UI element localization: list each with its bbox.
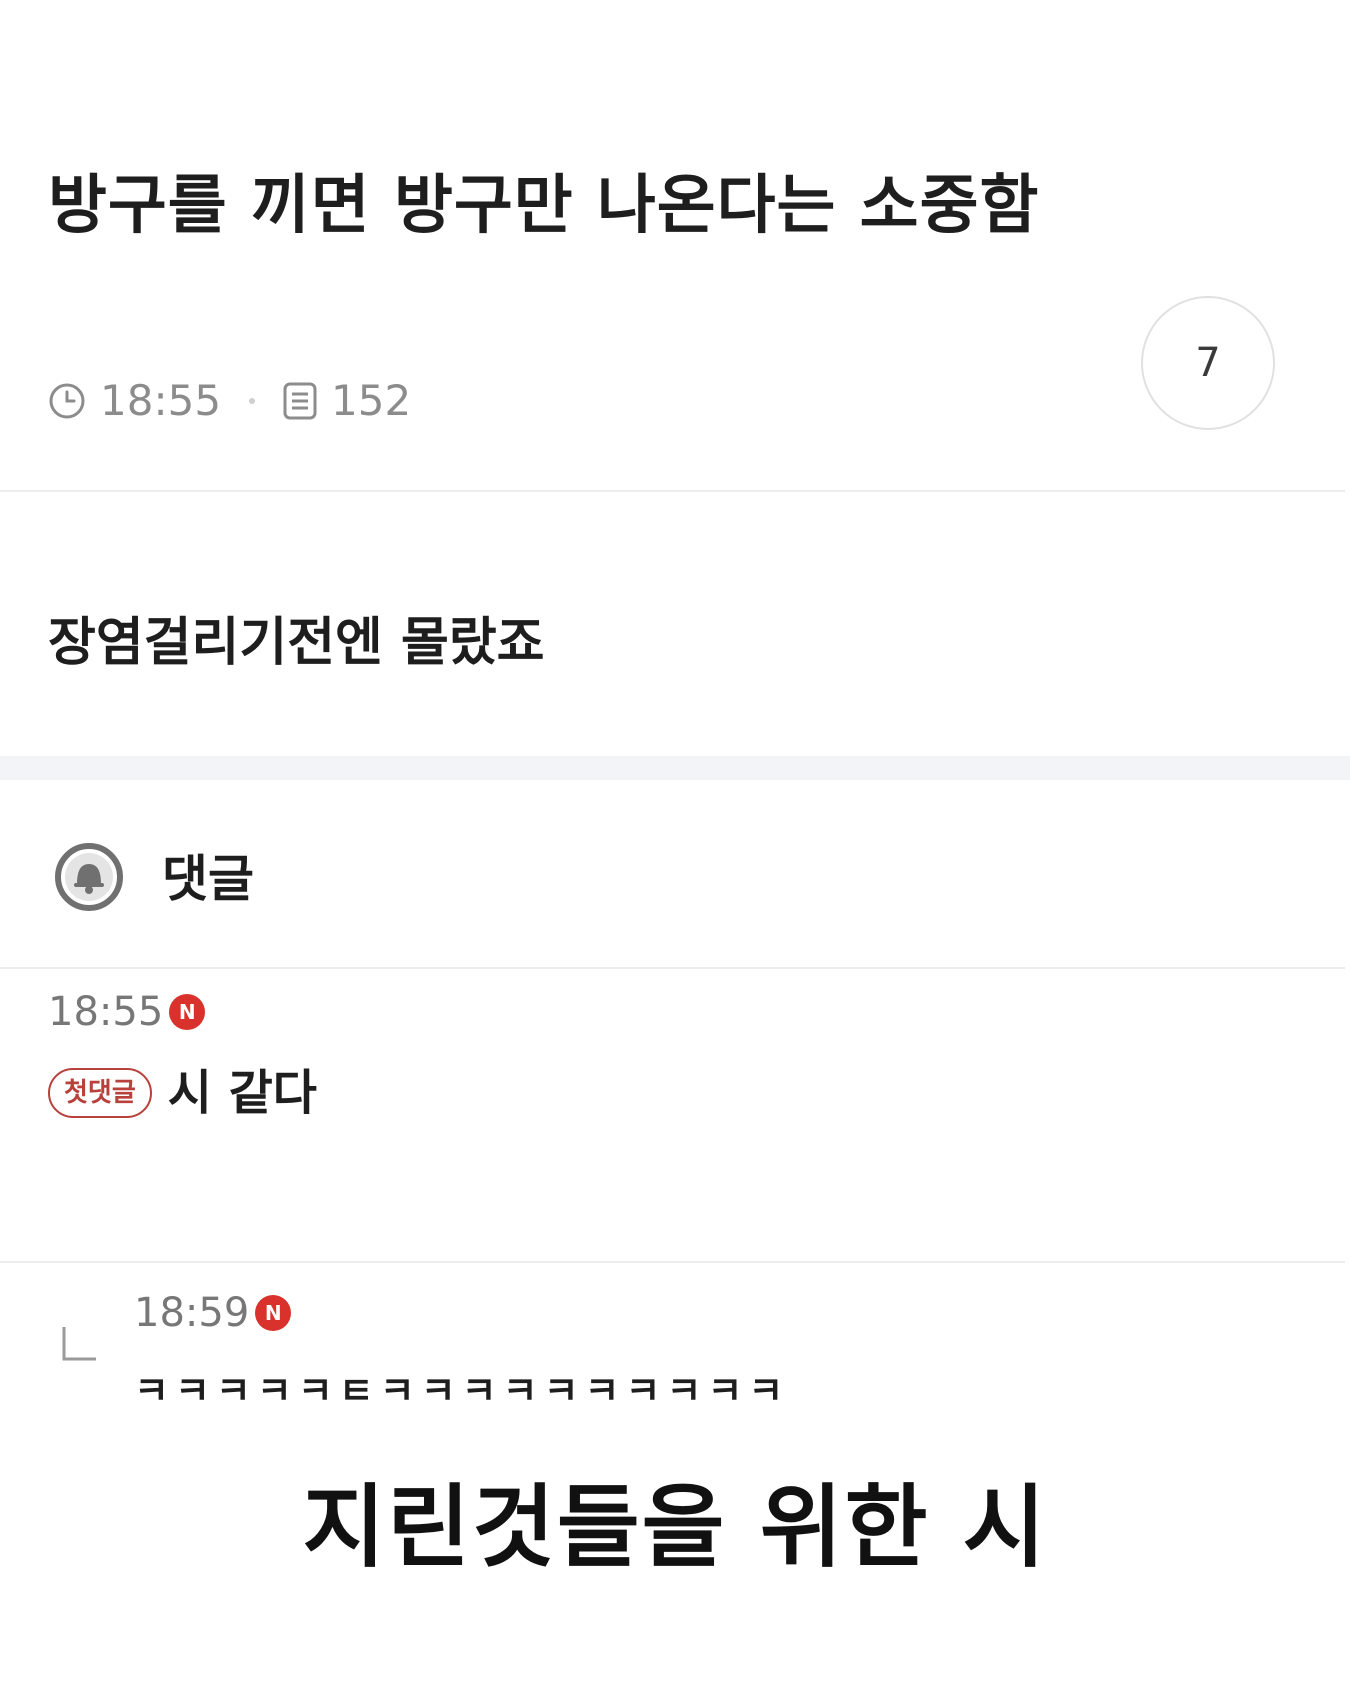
reply-time: 18:59 N	[134, 1290, 292, 1336]
meta-separator	[249, 398, 256, 404]
reply-time-text: 18:59	[134, 1290, 250, 1336]
divider	[0, 967, 1345, 969]
new-badge: N	[169, 994, 206, 1030]
comment-time: 18:55 N	[48, 989, 206, 1035]
first-comment-badge: 첫댓글	[48, 1068, 152, 1118]
post-meta: 18:55 152	[48, 380, 411, 422]
comment-text: 시 같다	[167, 1065, 317, 1121]
clock-icon	[48, 382, 86, 420]
post-title: 방구를 끼면 방구만 나온다는 소중함	[48, 169, 1040, 243]
comment-time-text: 18:55	[48, 989, 164, 1035]
bell-icon[interactable]	[54, 842, 124, 916]
comment-item: 첫댓글 시 같다	[48, 1068, 317, 1118]
reply-text: ㅋㅋㅋㅋㅋㅌㅋㅋㅋㅋㅋㅋㅋㅋㅋㅋ	[134, 1369, 790, 1413]
divider	[0, 1261, 1345, 1263]
comments-header: 댓글	[54, 842, 254, 916]
document-icon	[283, 382, 317, 420]
post-body: 장염걸리기전엔 몰랐죠	[48, 613, 545, 673]
divider	[0, 490, 1345, 492]
reply-arrow-icon	[60, 1325, 100, 1369]
post-time: 18:55	[100, 376, 222, 425]
new-badge: N	[255, 1295, 292, 1331]
comments-title: 댓글	[162, 850, 254, 908]
comment-count-button[interactable]: 7	[1141, 296, 1275, 430]
view-count: 152	[331, 376, 412, 425]
caption: 지린것들을 위한 시	[302, 1475, 1048, 1580]
section-separator	[0, 756, 1350, 780]
